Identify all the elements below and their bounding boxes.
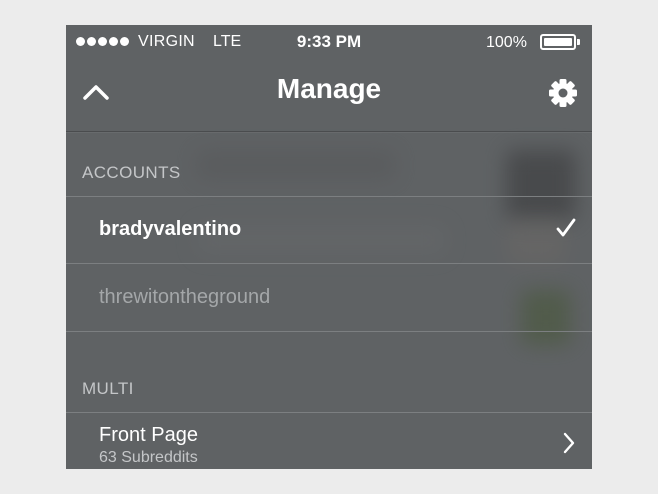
battery-tip — [577, 39, 580, 45]
account-row-threwitontheground[interactable]: threwitontheground — [66, 264, 592, 331]
gear-icon — [549, 79, 577, 107]
multi-section-header: MULTI — [82, 379, 134, 398]
account-row-bradyvalentino[interactable]: bradyvalentino — [66, 197, 592, 263]
multi-row-front-page[interactable]: Front Page 63 Subreddits — [66, 413, 592, 469]
phone-screen: VIRGIN LTE 9:33 PM 100% Manage ACCOUNTS … — [66, 25, 592, 469]
status-bar: VIRGIN LTE 9:33 PM 100% — [66, 25, 592, 59]
battery-percentage: 100% — [486, 34, 527, 51]
settings-button[interactable] — [544, 74, 582, 112]
accounts-section-header: ACCOUNTS — [82, 163, 181, 182]
divider — [66, 331, 592, 332]
checkmark-icon — [556, 218, 576, 237]
chevron-right-icon — [563, 432, 575, 454]
navigation-bar: Manage — [66, 59, 592, 132]
battery-icon — [540, 34, 576, 50]
account-name: bradyvalentino — [99, 218, 242, 240]
account-name: threwitontheground — [99, 286, 271, 308]
multireddit-title: Front Page — [99, 424, 198, 446]
page-title: Manage — [276, 73, 382, 104]
multireddit-subtitle: 63 Subreddits — [99, 449, 198, 466]
background-blur — [196, 150, 396, 180]
